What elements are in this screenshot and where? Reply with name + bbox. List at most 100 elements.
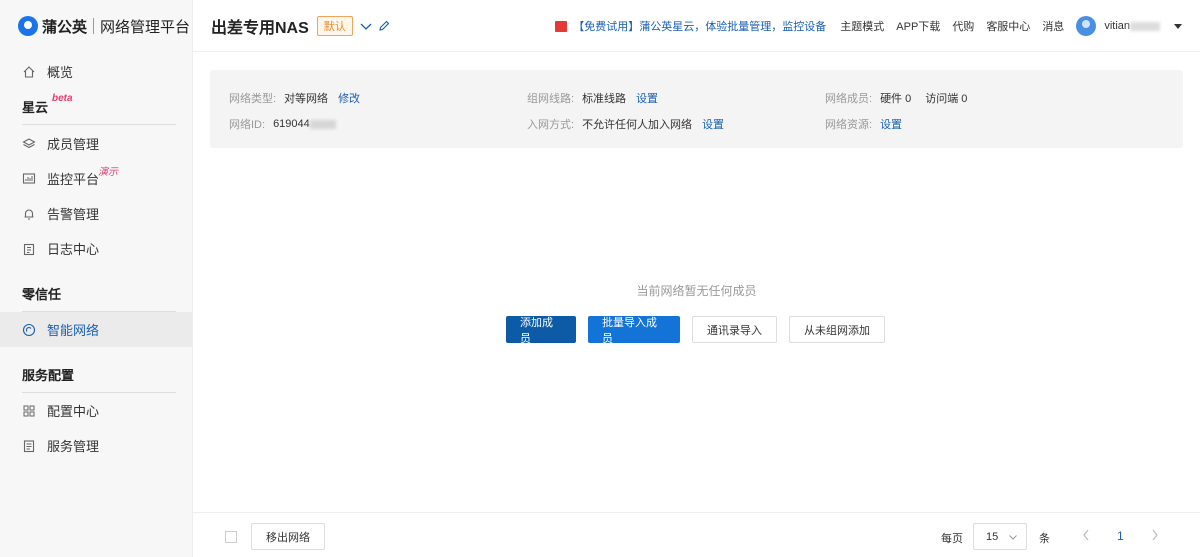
user-name-blurred (1130, 21, 1160, 31)
sidebar-item-overview[interactable]: 概览 (0, 54, 192, 89)
current-page[interactable]: 1 (1117, 529, 1124, 543)
brand-subtitle: 网络管理平台 (100, 18, 191, 36)
sidebar-item-monitor[interactable]: 监控平台 演示 (0, 161, 192, 196)
theme-mode-link[interactable]: 主题模式 (840, 18, 884, 34)
visitor-count: 访问端 0 (925, 93, 968, 105)
user-menu-caret-icon[interactable] (1174, 23, 1182, 29)
sidebar-item-service-mgmt[interactable]: 服务管理 (0, 428, 192, 463)
messages-link[interactable]: 消息 (1042, 18, 1064, 34)
sidebar: 蒲公英 网络管理平台 概览 星云 beta 成员管理 监控平台 演示 告警管理 … (0, 0, 193, 557)
section-service-config: 服务配置 (0, 357, 192, 392)
brand-name: 蒲公英 (42, 18, 88, 36)
brand[interactable]: 蒲公英 网络管理平台 (0, 0, 192, 52)
join-method-label: 入网方式: (527, 119, 575, 131)
sidebar-item-label: 概览 (47, 65, 74, 80)
section-divider (22, 124, 176, 125)
modify-link[interactable]: 修改 (338, 90, 360, 106)
network-members-row: 网络成员: 硬件 0 访问端 0 (825, 90, 967, 106)
app-download-link[interactable]: APP下载 (896, 18, 940, 34)
sidebar-item-alert-mgmt[interactable]: 告警管理 (0, 196, 192, 231)
grid-icon (23, 405, 35, 416)
add-member-button[interactable]: 添加成员 (506, 316, 576, 345)
network-type-label: 网络类型: (229, 93, 277, 105)
join-set-link[interactable]: 设置 (702, 116, 724, 132)
user-name-text: vitian (1104, 20, 1130, 32)
section-xingyun: 星云 beta (0, 89, 192, 124)
purchase-link[interactable]: 代购 (952, 18, 974, 34)
add-from-ungrouped-button[interactable]: 从未组网添加 (789, 316, 885, 343)
next-page-icon[interactable] (1150, 528, 1160, 542)
gift-icon (555, 20, 568, 32)
sidebar-item-log-center[interactable]: 日志中心 (0, 231, 192, 266)
network-id-blurred (309, 119, 336, 129)
network-type-value: 对等网络 (284, 93, 329, 105)
clipboard-icon (23, 243, 35, 255)
footer-bar: 移出网络 每页 15 条 1 (193, 512, 1200, 557)
remove-from-network-button[interactable]: 移出网络 (251, 523, 325, 550)
network-line-label: 组网线路: (527, 93, 575, 105)
page-size-select[interactable]: 15 (973, 523, 1027, 550)
monitor-chart-icon (22, 172, 36, 184)
empty-state-actions: 添加成员 批量导入成员 通讯录导入 从未组网添加 (506, 316, 897, 345)
support-center-link[interactable]: 客服中心 (986, 18, 1030, 34)
network-id-label: 网络ID: (229, 119, 266, 131)
prev-page-icon[interactable] (1081, 528, 1091, 542)
sidebar-item-label: 服务管理 (47, 439, 100, 454)
page-unit-label: 条 (1039, 533, 1050, 545)
avatar[interactable] (1076, 16, 1097, 36)
chevron-down-icon (1009, 535, 1017, 540)
network-name[interactable]: 出差专用NAS (211, 14, 309, 38)
network-line-value: 标准线路 (582, 93, 627, 105)
chevron-down-icon[interactable] (359, 19, 373, 33)
section-xingyun-title: 星云 (22, 100, 49, 115)
network-id-row: 网络ID: 619044 (229, 116, 336, 132)
contacts-import-button[interactable]: 通讯录导入 (692, 316, 777, 343)
network-id-value: 619044 (273, 118, 310, 130)
section-service-config-title: 服务配置 (22, 368, 75, 383)
line-set-link[interactable]: 设置 (636, 90, 658, 106)
network-info-panel: 网络类型: 对等网络 修改 组网线路: 标准线路 设置 网络成员: 硬件 0 访… (210, 70, 1183, 148)
join-method-value: 不允许任何人加入网络 (582, 119, 693, 131)
sidebar-item-label: 告警管理 (47, 207, 100, 222)
network-members-label: 网络成员: (825, 93, 873, 105)
demo-badge: 演示 (98, 167, 118, 178)
section-zero-trust: 零信任 (0, 276, 192, 311)
sidebar-item-label: 监控平台 (47, 172, 100, 187)
default-tag: 默认 (316, 15, 353, 36)
brand-divider (93, 18, 95, 34)
hardware-count: 硬件 0 (880, 93, 912, 105)
promo-link[interactable]: 【免费试用】蒲公英星云，体验批量管理，监控设备 (555, 18, 826, 34)
sidebar-item-label: 智能网络 (47, 323, 100, 338)
sidebar-item-smart-network[interactable]: 智能网络 (0, 312, 192, 347)
main-content: 网络类型: 对等网络 修改 组网线路: 标准线路 设置 网络成员: 硬件 0 访… (193, 52, 1200, 512)
network-resources-row: 网络资源: 设置 (825, 116, 902, 132)
top-header: 出差专用NAS 默认 【免费试用】蒲公英星云，体验批量管理，监控设备 主题模式 … (193, 0, 1200, 52)
page-size-value: 15 (986, 530, 999, 543)
network-resources-label: 网络资源: (825, 119, 873, 131)
home-icon (23, 65, 35, 78)
sidebar-item-member-mgmt[interactable]: 成员管理 (0, 126, 192, 161)
smart-network-icon (22, 323, 36, 336)
select-all-checkbox[interactable] (225, 531, 237, 543)
document-list-icon (23, 439, 35, 452)
batch-import-button[interactable]: 批量导入成员 (588, 316, 680, 345)
sidebar-item-label: 成员管理 (47, 137, 100, 152)
beta-badge: beta (52, 93, 73, 104)
promo-text: 【免费试用】蒲公英星云，体验批量管理，监控设备 (573, 21, 827, 33)
section-zero-trust-title: 零信任 (22, 287, 62, 302)
edit-pencil-icon[interactable] (377, 19, 391, 33)
empty-state-message: 当前网络暂无任何成员 (636, 284, 757, 298)
sidebar-item-config-center[interactable]: 配置中心 (0, 393, 192, 428)
dandelion-logo-icon (18, 16, 38, 36)
user-name[interactable]: vitian (1104, 20, 1160, 32)
join-method-row: 入网方式: 不允许任何人加入网络 设置 (527, 116, 724, 132)
layers-icon (22, 137, 36, 148)
sidebar-item-label: 配置中心 (47, 404, 100, 419)
per-page-label: 每页 (941, 533, 963, 545)
sidebar-item-label: 日志中心 (47, 242, 100, 257)
resources-set-link[interactable]: 设置 (880, 116, 902, 132)
network-line-row: 组网线路: 标准线路 设置 (527, 90, 658, 106)
network-type-row: 网络类型: 对等网络 修改 (229, 90, 360, 106)
header-right: 【免费试用】蒲公英星云，体验批量管理，监控设备 主题模式 APP下载 代购 客服… (555, 0, 1200, 52)
bell-icon (24, 208, 34, 220)
